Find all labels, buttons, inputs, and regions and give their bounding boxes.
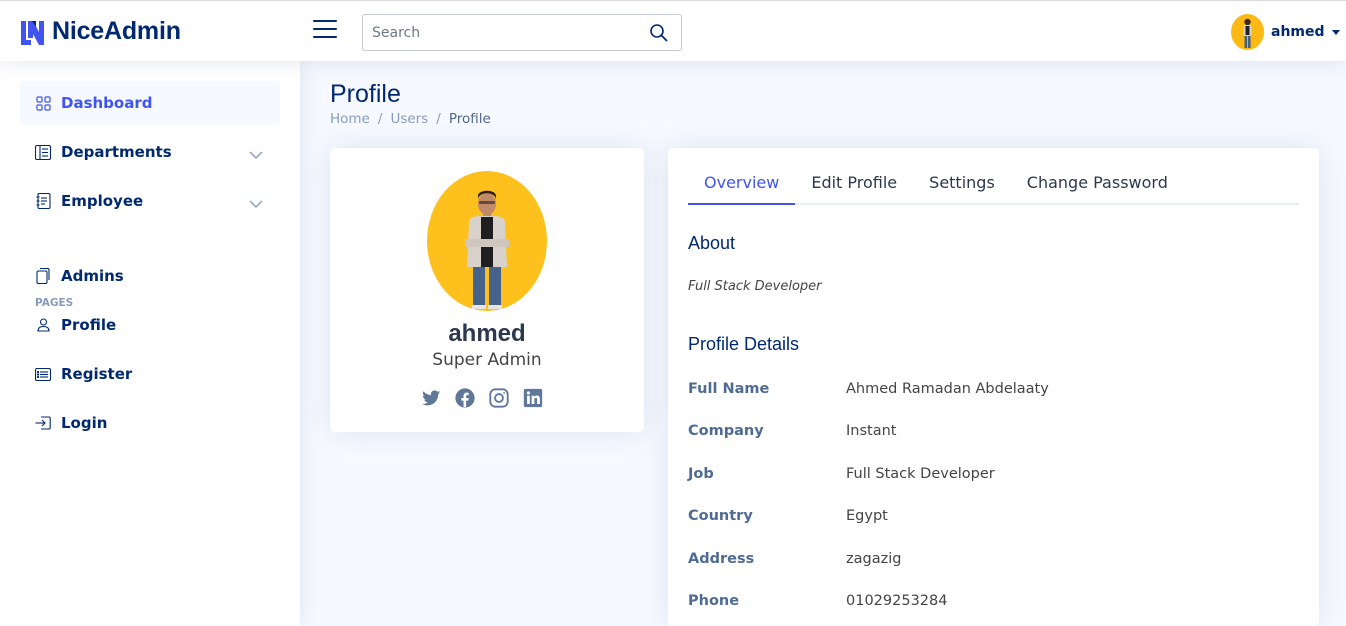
twitter-icon[interactable] — [420, 387, 442, 409]
layout-text-sidebar-icon — [35, 144, 51, 160]
card-list-icon — [35, 366, 51, 382]
sidebar-item-label: Admins — [61, 267, 124, 285]
header: NiceAdmin ahmed — [0, 0, 1346, 61]
profile-name: ahmed — [448, 320, 526, 347]
search-icon[interactable] — [649, 23, 669, 43]
detail-row-phone: Phone 01029253284 — [688, 593, 1288, 609]
logo-text: NiceAdmin — [52, 17, 181, 45]
detail-row-address: Address zagazig — [688, 551, 1288, 567]
sidebar: Dashboard Departments Employee PAGES Adm… — [0, 61, 300, 626]
journal-text-icon — [35, 193, 51, 209]
tab-settings[interactable]: Settings — [913, 169, 1011, 205]
detail-value: zagazig — [846, 551, 902, 567]
logo-mark-icon — [19, 18, 46, 45]
chevron-down-icon — [249, 146, 263, 159]
instagram-icon[interactable] — [488, 387, 510, 409]
user-menu[interactable]: ahmed — [1231, 14, 1340, 50]
page-title: Profile — [330, 80, 401, 108]
detail-value: Egypt — [846, 508, 888, 524]
hamburger-line — [313, 28, 337, 30]
breadcrumb: Home / Users / Profile — [330, 111, 491, 127]
logo[interactable]: NiceAdmin — [19, 17, 181, 46]
profile-avatar — [427, 171, 547, 311]
avatar — [1231, 14, 1264, 50]
search-bar — [362, 14, 682, 51]
tab-overview[interactable]: Overview — [688, 169, 796, 205]
sidebar-item-register[interactable]: Register — [20, 352, 280, 396]
detail-label: Company — [688, 423, 764, 439]
sidebar-item-label: Departments — [61, 143, 172, 161]
hamburger-line — [313, 20, 337, 22]
social-links — [420, 387, 556, 409]
sidebar-item-login[interactable]: Login — [20, 401, 280, 445]
detail-label: Job — [688, 466, 714, 482]
sidebar-item-departments[interactable]: Departments — [20, 130, 280, 174]
profile-tabs: Overview Edit Profile Settings Change Pa… — [688, 169, 1299, 205]
detail-row-company: Company Instant — [688, 423, 1288, 439]
chevron-down-icon — [249, 195, 263, 208]
detail-value: Ahmed Ramadan Abdelaaty — [846, 381, 1049, 397]
profile-role: Super Admin — [432, 350, 542, 370]
sidebar-item-label: Login — [61, 414, 108, 432]
profile-card: ahmed Super Admin — [330, 148, 644, 432]
detail-label: Country — [688, 508, 753, 524]
detail-label: Address — [688, 551, 755, 567]
facebook-icon[interactable] — [454, 387, 476, 409]
breadcrumb-separator: / — [436, 111, 441, 127]
detail-label: Full Name — [688, 381, 770, 397]
sidebar-item-label: Dashboard — [61, 94, 153, 112]
linkedin-icon[interactable] — [522, 387, 544, 409]
about-text: Full Stack Developer — [688, 279, 822, 294]
breadcrumb-home[interactable]: Home — [330, 111, 370, 127]
detail-row-full-name: Full Name Ahmed Ramadan Abdelaaty — [688, 381, 1288, 397]
user-name: ahmed — [1271, 24, 1325, 40]
detail-value: Instant — [846, 423, 897, 439]
detail-value: Full Stack Developer — [846, 466, 995, 482]
sidebar-item-label: Register — [61, 365, 133, 383]
profile-details-title: Profile Details — [688, 334, 800, 354]
detail-label: Phone — [688, 593, 740, 609]
breadcrumb-current: Profile — [448, 111, 491, 127]
sidebar-item-employee[interactable]: Employee — [20, 179, 280, 223]
person-icon — [35, 317, 51, 333]
files-icon — [35, 268, 51, 284]
breadcrumb-users[interactable]: Users — [390, 111, 428, 127]
sidebar-toggle-button[interactable] — [313, 20, 337, 42]
detail-row-country: Country Egypt — [688, 508, 1288, 524]
tab-change-password[interactable]: Change Password — [1011, 169, 1184, 205]
sidebar-item-label: Employee — [61, 192, 144, 210]
profile-details-card: Overview Edit Profile Settings Change Pa… — [668, 148, 1319, 626]
hamburger-line — [313, 36, 337, 38]
sidebar-item-profile[interactable]: Profile — [20, 303, 280, 347]
detail-row-job: Job Full Stack Developer — [688, 466, 1288, 482]
sidebar-item-dashboard[interactable]: Dashboard — [20, 81, 280, 125]
tab-edit-profile[interactable]: Edit Profile — [795, 169, 913, 205]
sidebar-item-label: Profile — [61, 316, 117, 334]
breadcrumb-separator: / — [377, 111, 383, 127]
about-title: About — [688, 233, 736, 253]
search-input[interactable] — [363, 15, 633, 50]
detail-value: 01029253284 — [846, 593, 948, 609]
box-arrow-in-right-icon — [35, 415, 51, 431]
caret-down-icon — [1331, 29, 1340, 35]
sidebar-item-admins[interactable]: Admins — [20, 254, 280, 298]
grid-icon — [35, 95, 51, 111]
